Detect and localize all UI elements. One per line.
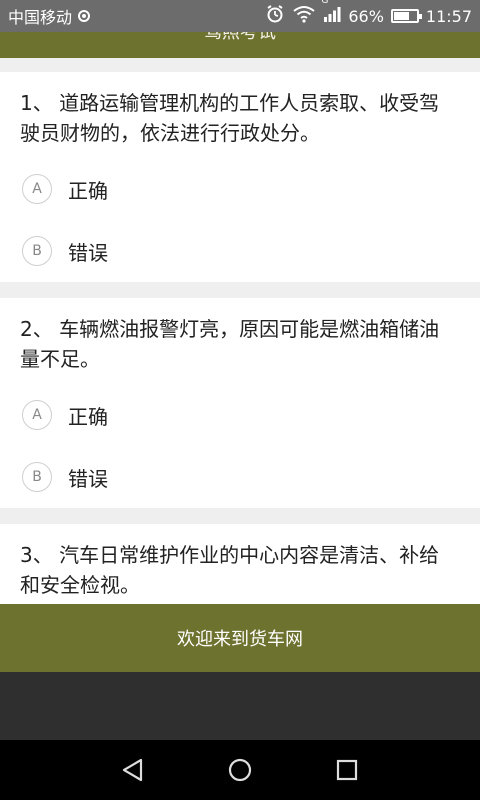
option-label: 正确 — [68, 178, 108, 203]
option-letter-badge: B — [22, 462, 52, 492]
app-header: 驾照考试 — [0, 32, 480, 58]
option-letter-badge: B — [22, 236, 52, 266]
wifi-icon — [292, 5, 316, 27]
signal-icon: G — [321, 0, 341, 26]
question-list[interactable]: 1、 道路运输管理机构的工作人员索取、收受驾驶员财物的，依法进行行政处分。 A … — [0, 72, 480, 604]
welcome-banner[interactable]: 欢迎来到货车网 — [0, 604, 480, 672]
welcome-text: 欢迎来到货车网 — [177, 629, 303, 650]
option-letter-badge: A — [22, 400, 52, 430]
battery-fill — [393, 12, 409, 20]
page-title: 驾照考试 — [204, 32, 276, 43]
question-text: 3、 汽车日常维护作业的中心内容是清洁、补给和安全检视。 — [20, 543, 440, 597]
network-type-label: G — [321, 0, 329, 6]
battery-icon — [390, 9, 422, 23]
question-text: 1、 道路运输管理机构的工作人员索取、收受驾驶员财物的，依法进行行政处分。 — [20, 91, 440, 145]
option-label: 错误 — [68, 466, 108, 491]
recents-icon[interactable] — [327, 750, 367, 790]
option-letter-badge: A — [22, 174, 52, 204]
status-left: 中国移动 — [8, 4, 91, 28]
question-card: 1、 道路运输管理机构的工作人员索取、收受驾驶员财物的，依法进行行政处分。 A … — [0, 72, 480, 282]
option-b[interactable]: B 错误 — [0, 220, 480, 282]
navigation-bar — [0, 740, 480, 800]
option-a[interactable]: A 正确 — [0, 158, 480, 220]
ad-area — [0, 672, 480, 740]
clock-time: 11:57 — [425, 6, 472, 26]
option-label: 正确 — [68, 404, 108, 429]
status-bar: 中国移动 G 66% 11:57 — [0, 0, 480, 32]
alarm-clock-icon — [265, 4, 285, 28]
option-b[interactable]: B 错误 — [0, 446, 480, 508]
option-a[interactable]: A 正确 — [0, 384, 480, 446]
home-icon[interactable] — [220, 750, 260, 790]
question-text: 2、 车辆燃油报警灯亮，原因可能是燃油箱储油量不足。 — [20, 317, 440, 371]
question-card: 2、 车辆燃油报警灯亮，原因可能是燃油箱储油量不足。 A 正确 B 错误 — [0, 298, 480, 508]
question-card: 3、 汽车日常维护作业的中心内容是清洁、补给和安全检视。 — [0, 524, 480, 604]
battery-percent: 66% — [348, 6, 384, 26]
back-icon[interactable] — [113, 750, 153, 790]
status-right: G 66% 11:57 — [265, 0, 472, 28]
option-label: 错误 — [68, 240, 108, 265]
carrier-name: 中国移动 — [8, 8, 73, 27]
carrier-badge-icon — [78, 10, 91, 22]
